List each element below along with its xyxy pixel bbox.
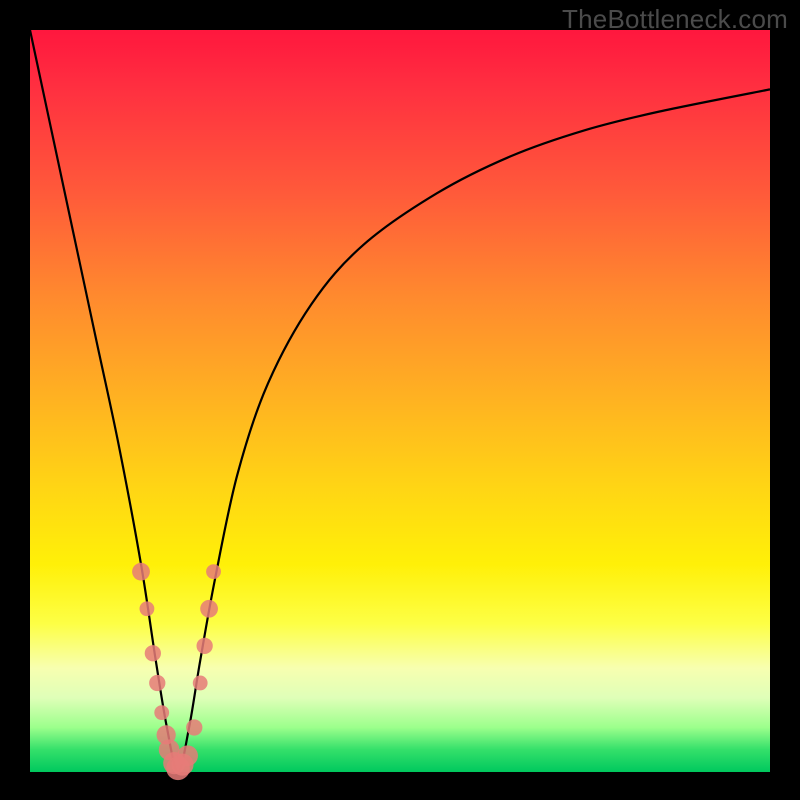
marker-dot xyxy=(145,645,161,661)
marker-dot xyxy=(177,745,198,766)
marker-dot xyxy=(206,564,221,579)
chart-svg xyxy=(30,30,770,772)
bottleneck-curve xyxy=(30,30,770,772)
marker-dot xyxy=(197,638,213,654)
marker-dot xyxy=(132,563,150,581)
marker-dot xyxy=(193,676,208,691)
outer-frame: TheBottleneck.com xyxy=(0,0,800,800)
marker-dot xyxy=(200,600,218,618)
marker-dot xyxy=(154,705,169,720)
marker-dot xyxy=(149,675,165,691)
watermark-text: TheBottleneck.com xyxy=(562,4,788,35)
marker-dot xyxy=(140,601,155,616)
marker-dot xyxy=(186,719,202,735)
plot-area xyxy=(30,30,770,772)
